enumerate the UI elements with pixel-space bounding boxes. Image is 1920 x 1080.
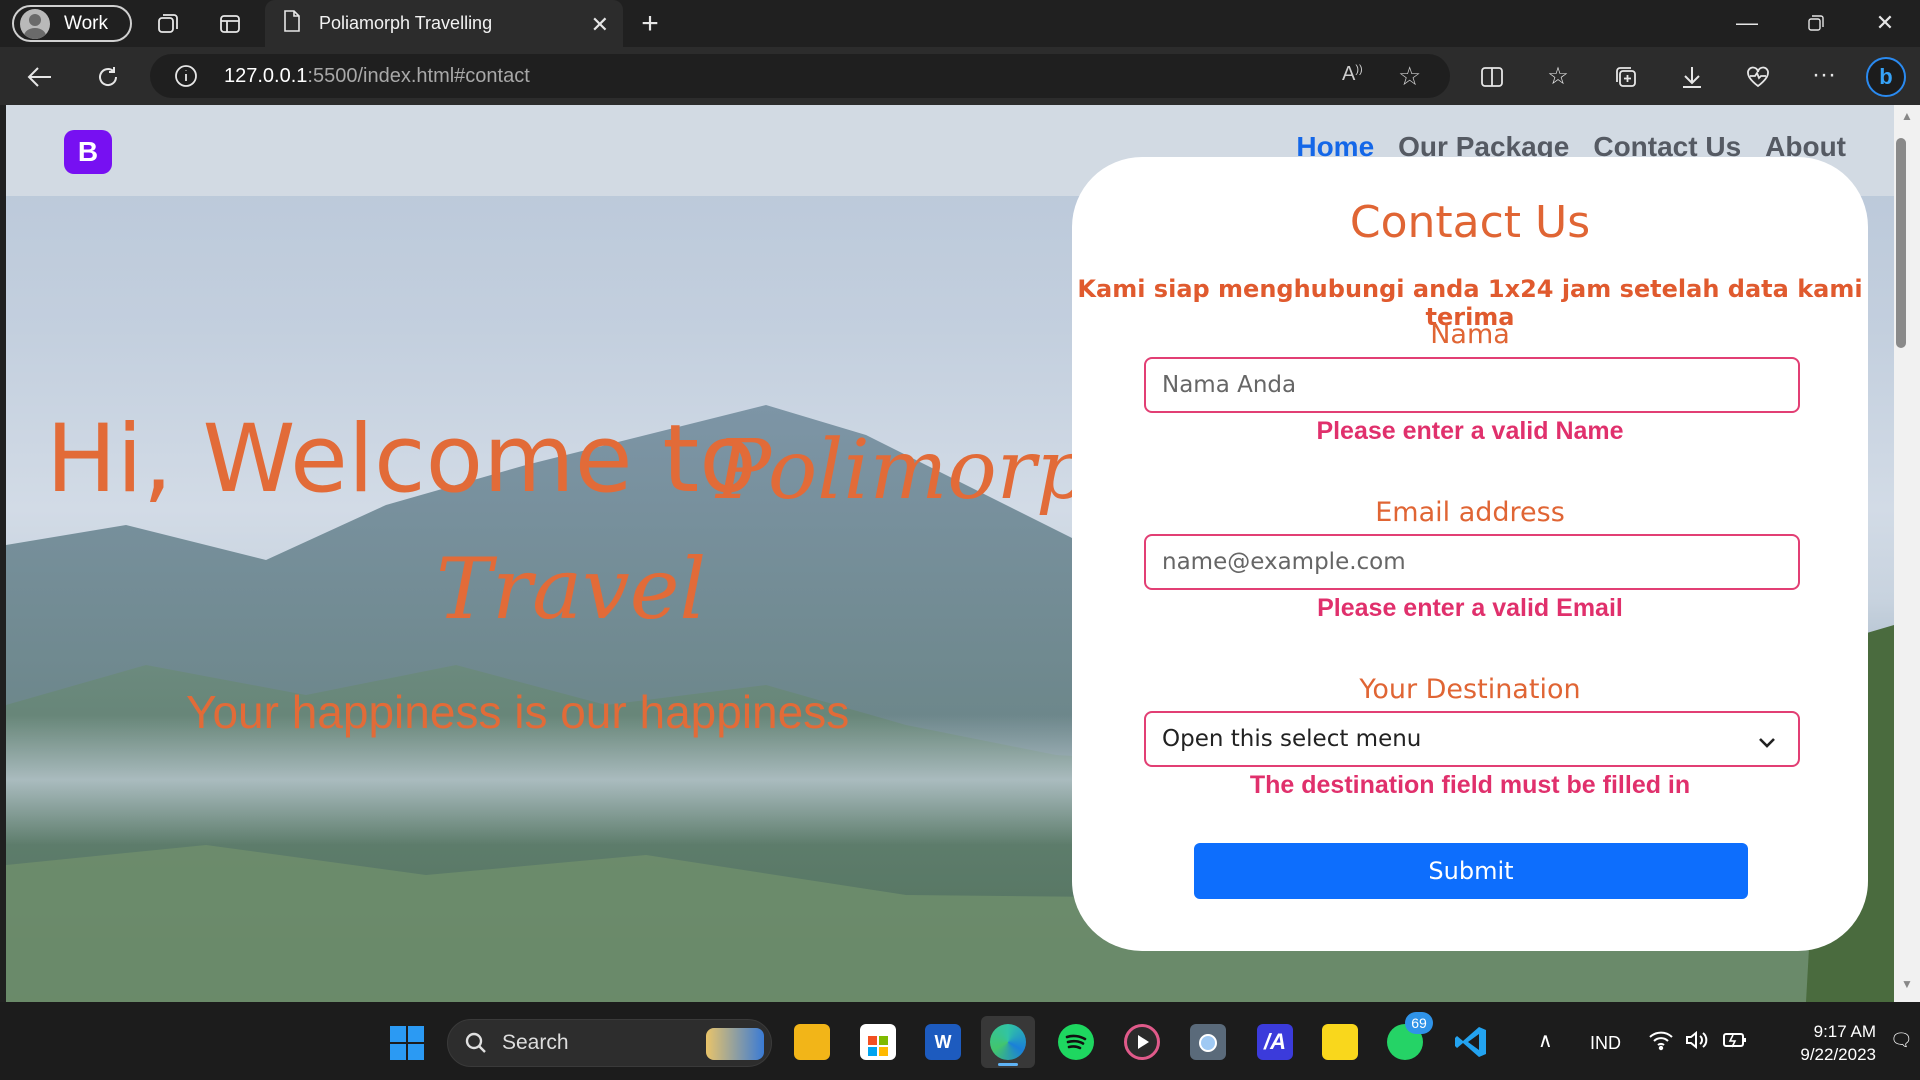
edge-taskbar-slot[interactable] [981, 1016, 1035, 1068]
scroll-down-icon[interactable]: ▼ [1901, 977, 1913, 991]
email-label: Email address [1375, 497, 1565, 528]
submit-button[interactable]: Submit [1194, 843, 1748, 899]
camera-icon[interactable] [1190, 1024, 1226, 1060]
clock-time: 9:17 AM [1813, 1022, 1876, 1041]
page-icon [283, 10, 301, 37]
input-language[interactable]: IND [1590, 1033, 1621, 1054]
windows-taskbar: Search W /A 69 ∧ IND 9:17 AM 9/22/2023 🗨 [0, 1002, 1920, 1080]
contact-form-card: Contact Us Kami siap menghubungi anda 1x… [1072, 157, 1868, 951]
destination-label: Your Destination [1359, 674, 1581, 705]
minimize-icon[interactable]: — [1730, 8, 1764, 38]
bootstrap-logo[interactable]: B [64, 130, 112, 174]
whatsapp-icon[interactable]: 69 [1387, 1012, 1433, 1060]
browser-toolbar: 127.0.0.1:5500/index.html#contact A)) ☆ … [0, 47, 1920, 105]
tab-actions-icon[interactable] [216, 10, 244, 38]
url-text: 127.0.0.1:5500/index.html#contact [224, 65, 530, 87]
media-player-icon[interactable] [1124, 1024, 1160, 1060]
vscode-icon[interactable] [1453, 1024, 1489, 1060]
destination-error: The destination field must be filled in [1249, 771, 1691, 799]
scrollbar-thumb[interactable] [1896, 138, 1906, 348]
file-explorer-icon[interactable] [794, 1024, 830, 1060]
split-screen-icon[interactable] [1478, 63, 1506, 91]
taskbar-search-box[interactable]: Search [447, 1019, 772, 1067]
wifi-icon[interactable] [1648, 1029, 1674, 1056]
download-icon[interactable] [1678, 63, 1706, 91]
windows-start-icon[interactable] [390, 1026, 424, 1060]
edge-icon [990, 1024, 1026, 1060]
collections-icon[interactable] [1612, 63, 1640, 91]
read-aloud-icon[interactable]: A)) [1342, 63, 1363, 86]
profile-button[interactable]: Work [12, 5, 132, 42]
restore-icon[interactable] [1799, 8, 1833, 38]
hero-greeting: Hi, Welcome to [46, 405, 757, 514]
hero-brand-name-line2: Travel [436, 540, 707, 638]
clock-date: 9/22/2023 [1800, 1045, 1876, 1064]
volume-icon[interactable] [1684, 1029, 1708, 1056]
battery-icon[interactable] [1722, 1030, 1748, 1055]
app-a-icon[interactable]: /A [1257, 1024, 1293, 1060]
refresh-icon[interactable] [94, 63, 122, 91]
site-info-icon[interactable] [174, 64, 198, 93]
email-input[interactable]: name@example.com [1144, 534, 1800, 590]
active-indicator [998, 1063, 1018, 1066]
bing-copilot-icon[interactable]: b [1866, 57, 1906, 97]
close-tab-icon[interactable]: ✕ [591, 12, 609, 38]
profile-label: Work [64, 12, 108, 34]
page-viewport: B Home Our Package Contact Us About Hi, … [6, 105, 1894, 1002]
workspaces-icon[interactable] [154, 10, 182, 38]
contact-title: Contact Us [1349, 197, 1591, 248]
more-menu-icon[interactable]: ··· [1810, 61, 1838, 89]
sticky-notes-icon[interactable] [1322, 1024, 1358, 1060]
browser-essentials-icon[interactable] [1744, 63, 1772, 91]
browser-title-bar: Work Poliamorph Travelling ✕ + — ✕ [0, 0, 1920, 47]
avatar-icon [20, 8, 50, 39]
close-window-icon[interactable]: ✕ [1868, 8, 1902, 38]
notifications-icon[interactable]: 🗨 [1890, 1030, 1913, 1051]
system-clock[interactable]: 9:17 AM 9/22/2023 [1770, 1020, 1876, 1066]
search-label: Search [502, 1031, 569, 1054]
active-tab[interactable]: Poliamorph Travelling ✕ [265, 0, 623, 47]
scroll-up-icon[interactable]: ▲ [1901, 109, 1913, 123]
address-bar[interactable]: 127.0.0.1:5500/index.html#contact A)) ☆ [150, 54, 1450, 98]
hero-subtitle: Your happiness is our happiness [186, 686, 850, 738]
name-input[interactable]: Nama Anda [1144, 357, 1800, 413]
chevron-down-icon [1758, 729, 1776, 755]
new-tab-icon[interactable]: + [636, 7, 664, 40]
favorites-icon[interactable]: ☆ [1544, 62, 1572, 90]
microsoft-store-icon[interactable] [860, 1024, 896, 1060]
name-label: Nama [1430, 319, 1510, 350]
spotify-icon[interactable] [1058, 1024, 1094, 1060]
destination-select[interactable]: Open this select menu [1144, 711, 1800, 767]
notification-badge: 69 [1405, 1012, 1433, 1034]
favorite-star-icon[interactable]: ☆ [1398, 61, 1421, 92]
name-error: Please enter a valid Name [1316, 417, 1624, 445]
search-icon [464, 1031, 488, 1061]
back-icon[interactable] [26, 63, 54, 91]
tray-overflow-chevron-icon[interactable]: ∧ [1538, 1028, 1553, 1053]
search-highlight-icon [706, 1028, 764, 1060]
email-error: Please enter a valid Email [1317, 594, 1623, 622]
word-icon[interactable]: W [925, 1024, 961, 1060]
tab-title: Poliamorph Travelling [319, 13, 493, 33]
destination-selected-value: Open this select menu [1162, 726, 1422, 752]
